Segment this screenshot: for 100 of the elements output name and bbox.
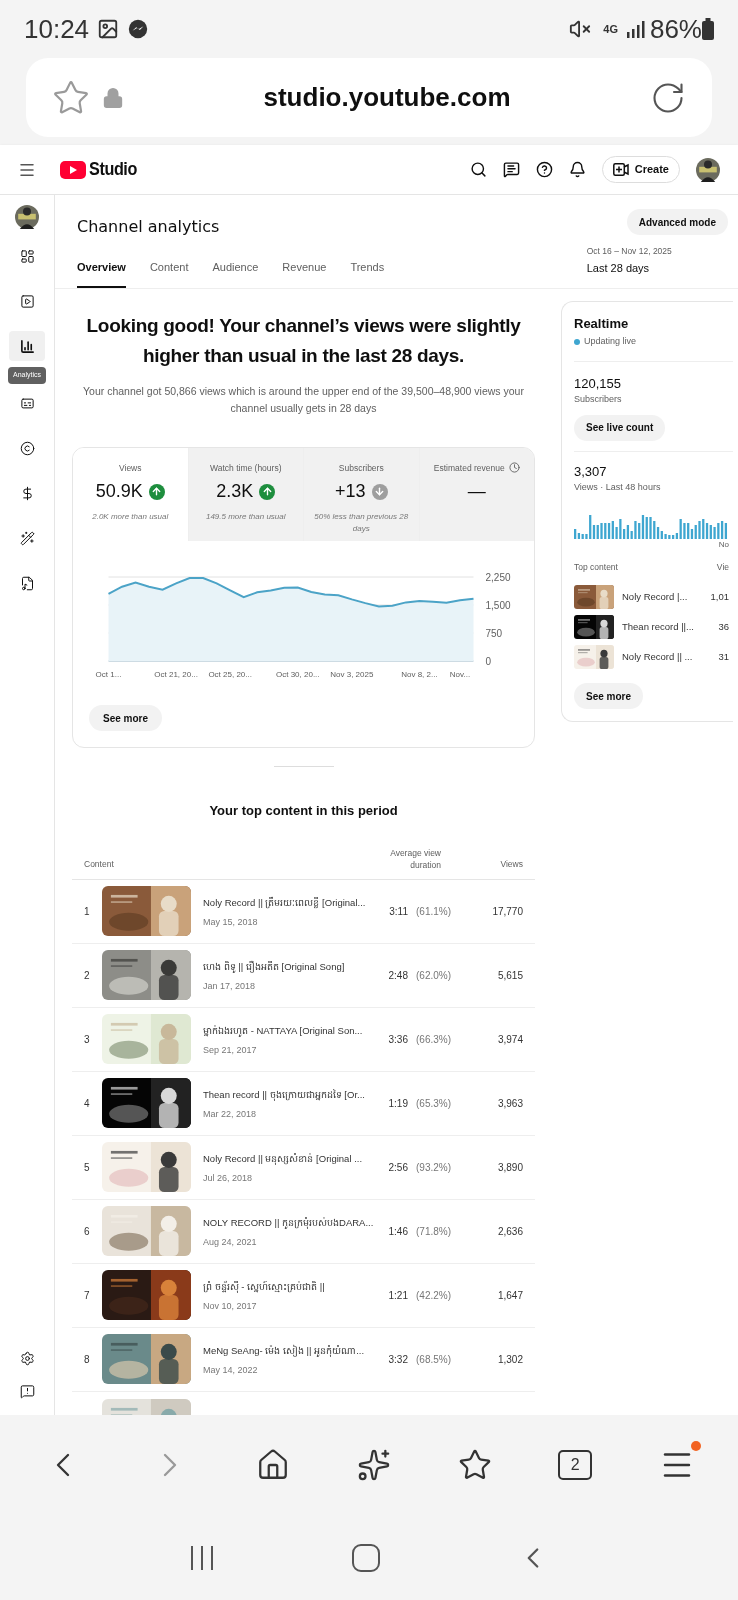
metric-note: 149.5 more than usual: [205, 511, 286, 524]
video-title[interactable]: Thean record || ចុងក្រោយជាអ្នកដទៃ [Or...: [203, 1084, 365, 1107]
duration-text: 1:46: [388, 1224, 408, 1239]
metric-note: 50% less than previous 28 days: [313, 511, 410, 536]
see-more-button[interactable]: See more: [574, 683, 644, 710]
avatar[interactable]: [15, 205, 39, 229]
content-row[interactable]: 7 ព្រំ ចន្ទ័រស៊ី - ស្នេហ៍ស្មោះគ្រប់ជាតិ || Nov 10, 2017 1:21 (42.2%) 1,647: [72, 1263, 535, 1328]
comments-icon[interactable]: [502, 161, 520, 178]
views-count: 5,615: [496, 968, 523, 983]
video-title[interactable]: NOLY RECORD || កូនក្រមុំរបស់បងDARA...: [203, 1212, 374, 1235]
content-row[interactable]: 2 ហេង ពិទូ || រឿងអតីត [Original Song] Jan 17, 2018 2:48 (62.0%) 5,615: [72, 943, 535, 1008]
views-count: 31: [718, 650, 729, 665]
video-date: Mar 22, 2018: [203, 1108, 258, 1122]
youtube-logo-icon: [60, 160, 86, 179]
tab[interactable]: Trends: [350, 259, 385, 288]
percent-text: (65.3%): [416, 1096, 451, 1111]
video-title[interactable]: Thean record ||...: [622, 620, 719, 635]
sidebar-item[interactable]: [9, 331, 45, 361]
see-live-count-button[interactable]: See live count: [574, 414, 666, 441]
video-date: May 15, 2018: [203, 916, 259, 930]
video-title[interactable]: MeNg SeAng- ម៉េង សៀង || អូនកុំយំណា...: [203, 1340, 365, 1363]
notifications-icon[interactable]: [568, 161, 586, 178]
axis-label: Nov 8, 2...: [401, 669, 438, 679]
content-row[interactable]: 1 Noly Record || ត្រឹមរយៈពេលខ្លី [Original... May 15, 2018 3:11 (61.1%) 17,770: [72, 879, 535, 944]
mute-icon: [569, 18, 592, 40]
rank-number: 4: [84, 1096, 91, 1111]
tabs-button[interactable]: 2: [558, 1450, 593, 1480]
content-row[interactable]: 3 ម្នាក់ឯងរហូត - NATTAYA [Original Son... Sep 21, 2017 3:36 (66.3%) 3,974: [72, 1007, 535, 1072]
column-header: Vie: [716, 560, 729, 574]
duration-text: 2:48: [388, 968, 408, 983]
percent-text: (61.1%): [416, 904, 451, 919]
metric-tab[interactable]: Estimated revenue —: [418, 447, 534, 541]
search-icon[interactable]: [469, 161, 487, 178]
metric-value: 2.3K: [216, 480, 254, 504]
views-count: 3,307: [574, 462, 608, 481]
gallery-icon: [97, 18, 120, 40]
wand-icon: [19, 530, 35, 546]
metric-value: 50.9K: [95, 480, 143, 504]
rank-number: 7: [84, 1288, 91, 1303]
video-title[interactable]: ម្នាក់ឯងរហូត - NATTAYA [Original Son...: [203, 1020, 363, 1043]
axis-label: Oct 21, 20...: [154, 669, 198, 679]
video-date: May 14, 2022: [203, 1364, 259, 1378]
advanced-mode-button[interactable]: Advanced mode: [626, 209, 728, 235]
video-title[interactable]: Noly Record |...: [622, 590, 711, 605]
column-header: Views: [499, 857, 523, 871]
subscriber-label: Subscribers: [574, 393, 623, 406]
metric-label: Watch time (hours): [210, 461, 282, 475]
settings-icon[interactable]: [19, 1351, 35, 1366]
content-row[interactable]: 4 Thean record || ចុងក្រោយជាអ្នកដទៃ [Or... Mar 22, 2018 1:19 (65.3%) 3,963: [72, 1071, 535, 1136]
sparkle-icon[interactable]: [356, 1448, 391, 1482]
video-title[interactable]: Noly Record || ត្រឹមរយៈពេលខ្លី [Original...: [203, 892, 366, 915]
tab[interactable]: Audience: [212, 259, 259, 288]
metric-value: +13: [334, 480, 366, 504]
tab[interactable]: Content: [149, 259, 189, 288]
video-title[interactable]: Noly Record || មនុស្សសំខាន់ [Original ...: [203, 1148, 363, 1171]
percent-text: (62.0%): [416, 968, 451, 983]
views-count: 3,890: [496, 1160, 523, 1175]
avatar[interactable]: [696, 157, 720, 182]
metric-note: 2.0K more than usual: [92, 511, 169, 524]
views-count: 3,963: [496, 1096, 523, 1111]
card-title: Realtime: [574, 314, 630, 333]
rank-number: 8: [84, 1352, 91, 1367]
home-button[interactable]: [352, 1543, 380, 1572]
metric-value: —: [467, 480, 486, 504]
summary-headline: Looking good! Your channel’s views were slightly higher than usual in the last 28 days.: [85, 313, 522, 368]
metric-tab[interactable]: Watch time (hours) 2.3K 149.5 more than usual: [187, 447, 303, 541]
see-more-button[interactable]: See more: [89, 705, 163, 731]
bookmarks-icon[interactable]: [457, 1448, 492, 1482]
metric-label: Views: [119, 461, 142, 475]
views-count: 17,770: [491, 904, 523, 919]
help-icon[interactable]: [535, 161, 553, 178]
feedback-icon[interactable]: [19, 1384, 35, 1399]
axis-label: 2,250: [485, 571, 511, 583]
views-count: 1,302: [496, 1352, 523, 1367]
metric-tab[interactable]: Subscribers +13 50% less than previous 28 days: [303, 447, 419, 541]
tab[interactable]: Revenue: [282, 259, 327, 288]
video-title[interactable]: ព្រំ ចន្ទ័រស៊ី - ស្នេហ៍ស្មោះគ្រប់ជាតិ ||: [203, 1276, 325, 1299]
video-title[interactable]: ហេង ពិទូ || រឿងអតីត [Original Song]: [203, 956, 345, 979]
recent-apps-icon[interactable]: [188, 1544, 216, 1571]
percent-text: (71.8%): [416, 1224, 451, 1239]
content-row[interactable]: 6 NOLY RECORD || កូនក្រមុំរបស់បងDARA... Aug 24, 2021 1:46 (71.8%) 2,636: [72, 1199, 535, 1264]
video-title[interactable]: Noly Record || ...: [622, 650, 719, 665]
column-header: Average view duration: [389, 846, 441, 871]
content-row[interactable]: 8 MeNg SeAng- ម៉េង សៀង || អូនកុំយំណា... May 14, 2022 3:32 (68.5%) 1,302: [72, 1327, 535, 1392]
network-label: 4G: [603, 23, 618, 35]
period-selector[interactable]: Last 28 days: [586, 259, 672, 277]
rank-number: 2: [84, 968, 91, 983]
metric-label: Estimated revenue: [433, 461, 505, 475]
video-date: Nov 10, 2017: [203, 1300, 258, 1314]
address-bar[interactable]: studio.youtube.com: [26, 58, 712, 137]
axis-label: 0: [485, 655, 492, 667]
video-date: Sep 21, 2017: [203, 1044, 258, 1058]
tab[interactable]: Overview: [77, 259, 126, 288]
axis-label: Nov 3, 2025: [330, 669, 374, 679]
page-title: Channel analytics: [77, 216, 221, 238]
content-row[interactable]: 5 Noly Record || មនុស្សសំខាន់ [Original ... Jul 26, 2018 2:56 (93.2%) 3,890: [72, 1135, 535, 1200]
url-text[interactable]: studio.youtube.com: [124, 78, 650, 117]
duration-text: 3:36: [388, 1032, 408, 1047]
copyright-icon: [19, 440, 35, 456]
rank-number: 1: [84, 904, 91, 919]
